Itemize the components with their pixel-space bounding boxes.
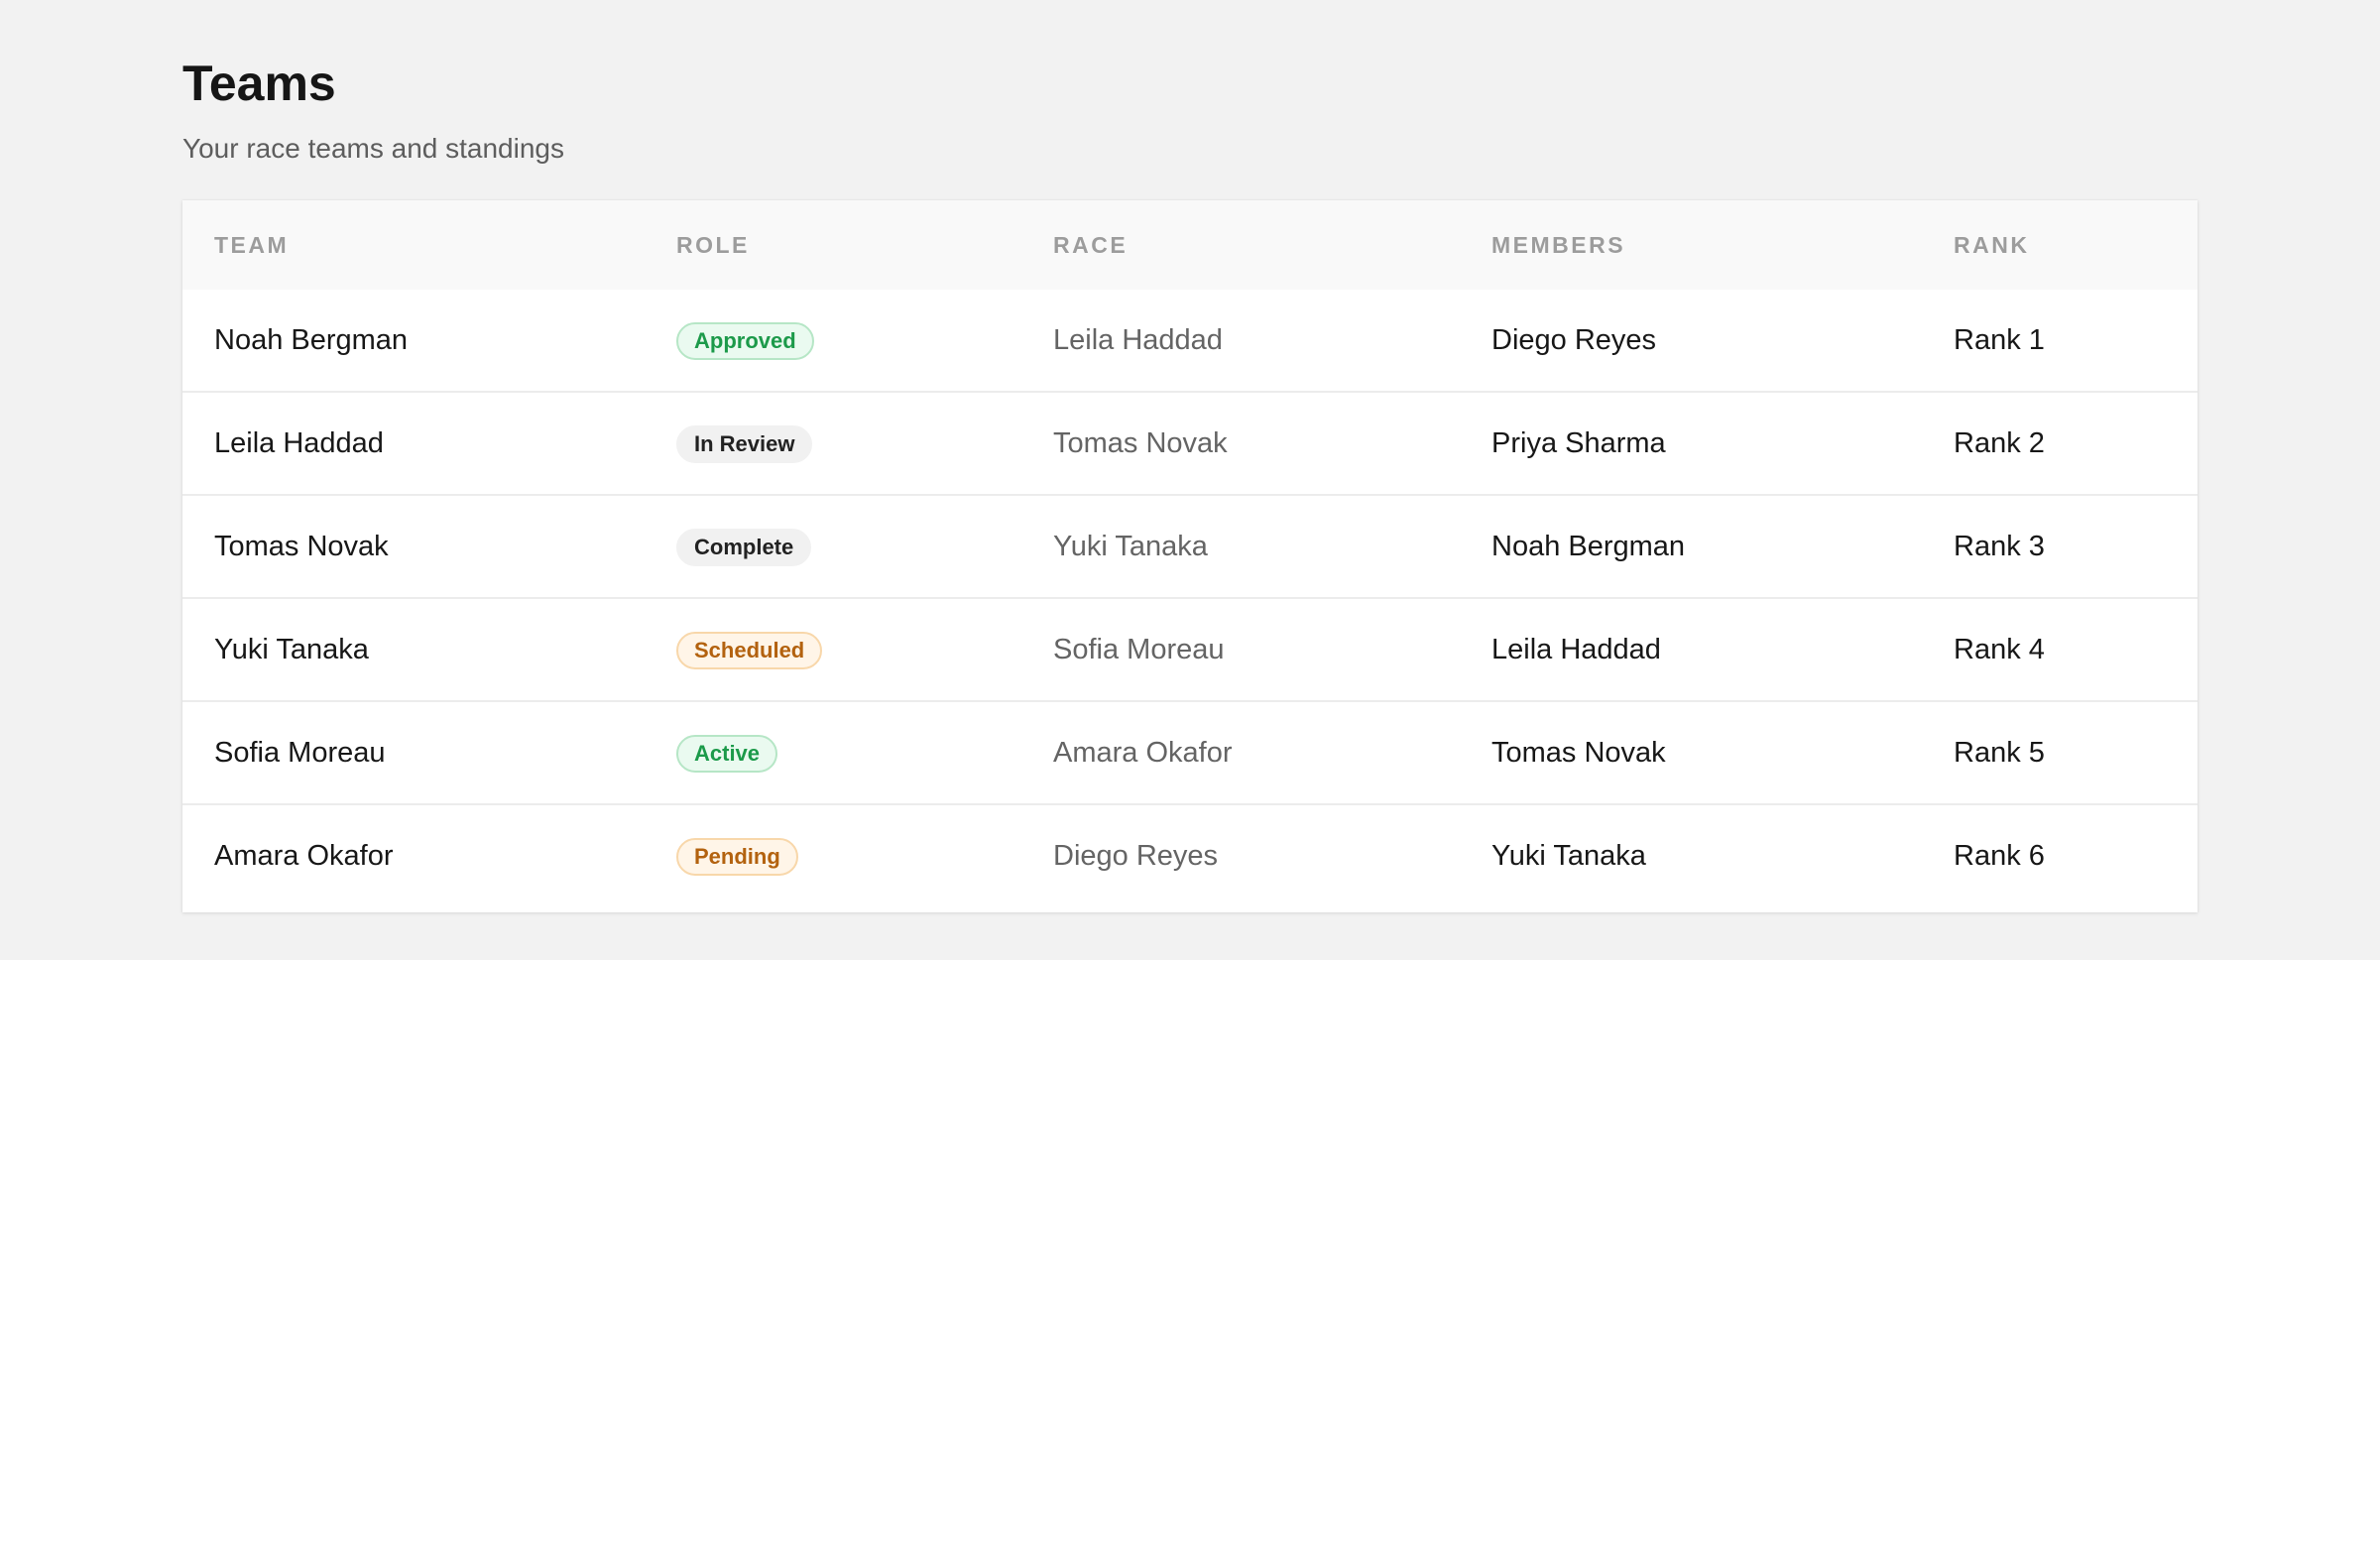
race-cell: Yuki Tanaka <box>1053 531 1208 562</box>
members-cell: Priya Sharma <box>1491 427 1666 459</box>
table-row[interactable]: Sofia Moreau Active Amara Okafor Tomas N… <box>182 702 2198 805</box>
role-badge: Pending <box>676 838 798 876</box>
team-cell: Yuki Tanaka <box>214 634 369 665</box>
page-title: Teams <box>182 56 336 111</box>
members-cell: Noah Bergman <box>1491 531 1686 562</box>
rank-cell: Rank 6 <box>1954 840 2045 872</box>
column-header-members[interactable]: MEMBERS <box>1491 200 1625 290</box>
role-badge: Approved <box>676 322 814 360</box>
teams-table: TEAM ROLE RACE MEMBERS RANK Noah Bergman… <box>182 200 2198 912</box>
race-cell: Tomas Novak <box>1053 427 1228 459</box>
race-cell: Diego Reyes <box>1053 840 1219 872</box>
race-cell: Amara Okafor <box>1053 737 1233 769</box>
table-row[interactable]: Tomas Novak Complete Yuki Tanaka Noah Be… <box>182 496 2198 599</box>
rank-cell: Rank 3 <box>1954 531 2045 562</box>
members-cell: Diego Reyes <box>1491 324 1657 356</box>
column-header-rank[interactable]: RANK <box>1954 200 2029 290</box>
members-cell: Tomas Novak <box>1491 737 1666 769</box>
race-cell: Sofia Moreau <box>1053 634 1225 665</box>
page-subtitle: Your race teams and standings <box>182 133 564 164</box>
team-cell: Amara Okafor <box>214 840 394 872</box>
rank-cell: Rank 2 <box>1954 427 2045 459</box>
table-row[interactable]: Leila Haddad In Review Tomas Novak Priya… <box>182 393 2198 496</box>
team-cell: Noah Bergman <box>214 324 409 356</box>
rank-cell: Rank 5 <box>1954 737 2045 769</box>
table-row[interactable]: Amara Okafor Pending Diego Reyes Yuki Ta… <box>182 805 2198 908</box>
members-cell: Yuki Tanaka <box>1491 840 1646 872</box>
team-cell: Tomas Novak <box>214 531 389 562</box>
role-badge: Scheduled <box>676 632 823 669</box>
race-cell: Leila Haddad <box>1053 324 1223 356</box>
column-header-role[interactable]: ROLE <box>676 200 750 290</box>
rank-cell: Rank 1 <box>1954 324 2045 356</box>
role-badge: Complete <box>676 529 812 566</box>
rank-cell: Rank 4 <box>1954 634 2045 665</box>
table-row[interactable]: Yuki Tanaka Scheduled Sofia Moreau Leila… <box>182 599 2198 702</box>
column-header-race[interactable]: RACE <box>1053 200 1128 290</box>
team-cell: Leila Haddad <box>214 427 384 459</box>
role-badge: Active <box>676 735 778 773</box>
members-cell: Leila Haddad <box>1491 634 1661 665</box>
table-header: TEAM ROLE RACE MEMBERS RANK <box>182 200 2198 290</box>
table-row[interactable]: Noah Bergman Approved Leila Haddad Diego… <box>182 290 2198 393</box>
role-badge: In Review <box>676 425 813 463</box>
column-header-team[interactable]: TEAM <box>214 200 289 290</box>
team-cell: Sofia Moreau <box>214 737 386 769</box>
